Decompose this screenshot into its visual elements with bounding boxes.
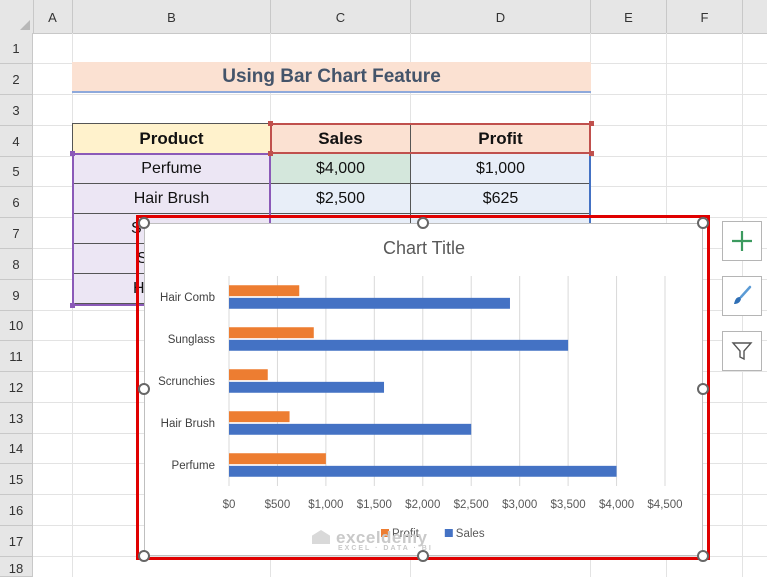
column-header-a[interactable]: A (33, 0, 73, 33)
range-handle[interactable] (70, 303, 75, 308)
row-header-6[interactable]: 6 (0, 187, 33, 218)
category-label: Scrunchies (158, 376, 215, 388)
row-header-12[interactable]: 12 (0, 372, 33, 403)
bar-sales (229, 297, 510, 309)
row-header-1[interactable]: 1 (0, 33, 33, 64)
category-label: Hair Comb (160, 292, 215, 304)
x-tick-label: $1,000 (308, 499, 343, 511)
category-label: Hair Brush (161, 418, 215, 430)
chart-elements-button[interactable] (722, 221, 762, 261)
bar-profit (229, 453, 326, 465)
column-header-c[interactable]: C (271, 0, 411, 33)
range-highlight-series-names (270, 123, 591, 154)
sheet-title[interactable]: Using Bar Chart Feature (72, 62, 591, 93)
row-header-18[interactable]: 18 (0, 557, 33, 577)
bar-profit (229, 285, 300, 297)
row-header-10[interactable]: 10 (0, 311, 33, 341)
filter-icon (731, 342, 753, 361)
row-header-8[interactable]: 8 (0, 249, 33, 280)
x-tick-label: $4,500 (647, 499, 682, 511)
select-all-icon (20, 20, 30, 30)
range-handle[interactable] (589, 151, 594, 156)
watermark-logo: exceldemy EXCEL · DATA · BI (312, 528, 433, 552)
category-label: Perfume (172, 460, 215, 472)
column-header-e[interactable]: E (591, 0, 667, 33)
gridline (33, 94, 767, 95)
bar-profit (229, 411, 290, 423)
x-tick-label: $1,500 (357, 499, 392, 511)
resize-handle-right[interactable] (697, 383, 709, 395)
plus-icon (732, 231, 752, 251)
x-tick-label: $3,500 (551, 499, 586, 511)
row-header-14[interactable]: 14 (0, 434, 33, 464)
column-header-b[interactable]: B (73, 0, 271, 33)
row-header-16[interactable]: 16 (0, 495, 33, 526)
chart-filters-button[interactable] (722, 331, 762, 371)
row-header-17[interactable]: 17 (0, 526, 33, 557)
row-header-13[interactable]: 13 (0, 403, 33, 434)
resize-handle-bottom-left[interactable] (138, 550, 150, 562)
resize-handle-top-right[interactable] (697, 217, 709, 229)
bar-sales (229, 465, 617, 477)
chart-area[interactable]: Chart Title Perfume Hair Brush Scrunchies S… (144, 223, 703, 556)
row-header-9[interactable]: 9 (0, 280, 33, 311)
x-tick-label: $2,000 (405, 499, 440, 511)
row-header-5[interactable]: 5 (0, 157, 33, 187)
resize-handle-top-left[interactable] (138, 217, 150, 229)
worksheet[interactable]: A B C D E F 1 2 3 4 5 6 7 8 9 10 11 12 1… (0, 0, 767, 577)
row-header-3[interactable]: 3 (0, 95, 33, 126)
header-product[interactable]: Product (72, 123, 271, 154)
range-handle[interactable] (70, 151, 75, 156)
x-tick-label: $500 (265, 499, 291, 511)
x-tick-label: $3,000 (502, 499, 537, 511)
logo-icon (312, 530, 330, 544)
chart-title[interactable]: Chart Title (383, 238, 465, 258)
row-header-7[interactable]: 7 (0, 218, 33, 249)
resize-handle-top[interactable] (417, 217, 429, 229)
range-handle[interactable] (268, 151, 273, 156)
range-highlight-values (270, 153, 591, 223)
row-header-4[interactable]: 4 (0, 126, 33, 157)
brush-icon (734, 285, 752, 304)
x-tick-label: $4,000 (599, 499, 634, 511)
legend-swatch (444, 529, 453, 537)
bar-sales (229, 381, 385, 393)
x-tick-label: $2,500 (454, 499, 489, 511)
watermark-tagline: EXCEL · DATA · BI (338, 545, 433, 552)
range-handle[interactable] (268, 121, 273, 126)
resize-handle-left[interactable] (138, 383, 150, 395)
column-header-d[interactable]: D (411, 0, 591, 33)
bar-profit (229, 369, 268, 381)
select-all-corner[interactable] (0, 0, 34, 33)
category-label: Sunglass (168, 334, 216, 346)
row-header-2[interactable]: 2 (0, 64, 33, 95)
chart-styles-button[interactable] (722, 276, 762, 316)
row-header-15[interactable]: 15 (0, 464, 33, 495)
bar-sales (229, 423, 472, 435)
legend-label: Sales (456, 528, 485, 540)
bar-chart[interactable]: Chart Title Perfume Hair Brush Scrunchies S… (145, 224, 704, 557)
bar-sales (229, 339, 569, 351)
x-tick-label: $0 (223, 499, 236, 511)
range-handle[interactable] (589, 121, 594, 126)
bar-profit (229, 327, 314, 339)
row-header-11[interactable]: 11 (0, 341, 33, 372)
column-header-f[interactable]: F (667, 0, 743, 33)
resize-handle-bottom-right[interactable] (697, 550, 709, 562)
